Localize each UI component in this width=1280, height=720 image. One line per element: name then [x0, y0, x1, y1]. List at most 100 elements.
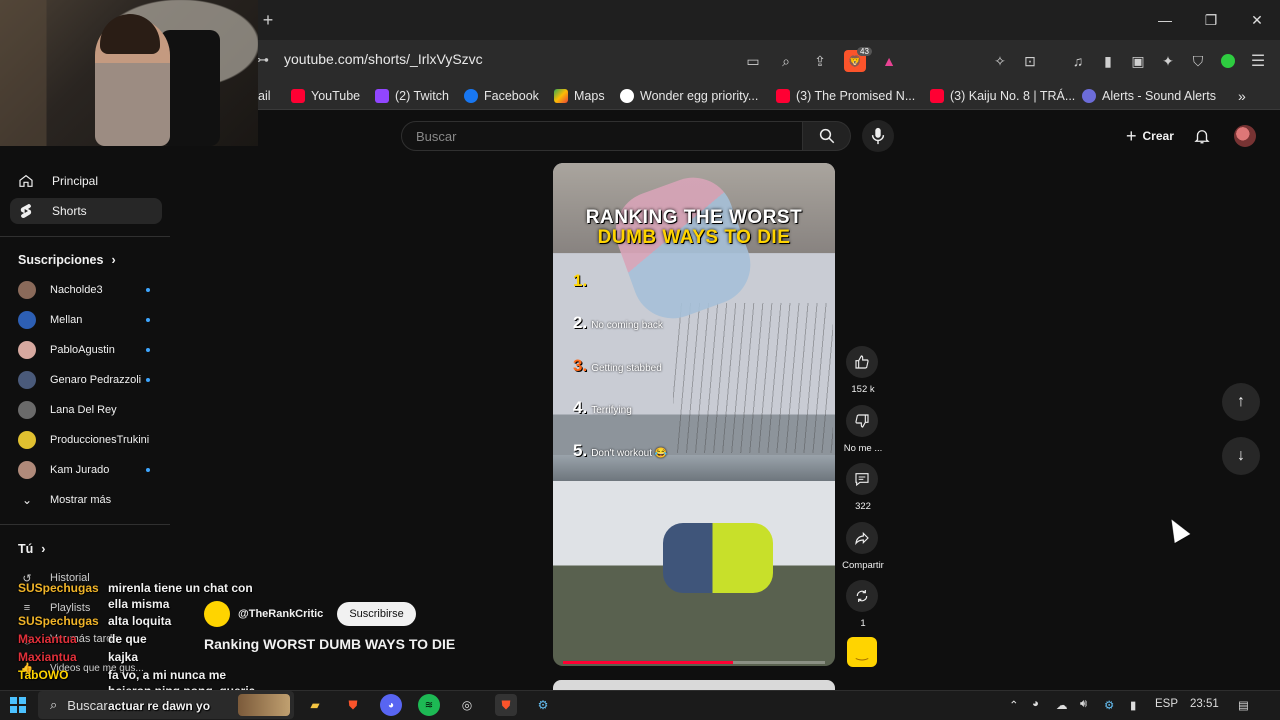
microphone-icon: [871, 127, 885, 145]
bookmark-youtube[interactable]: YouTube: [291, 86, 360, 106]
sidebar-item-principal[interactable]: Principal: [10, 168, 162, 194]
dislike-label: No me ...: [843, 443, 883, 454]
search-input[interactable]: Buscar: [401, 121, 803, 151]
subscriptions-header[interactable]: Suscripciones ›: [18, 253, 116, 267]
chat-message: Maxiantua kajka: [18, 650, 139, 664]
brave-rewards-icon[interactable]: ▲: [878, 50, 900, 72]
zoom-icon[interactable]: ⌕: [775, 50, 797, 72]
restore-button[interactable]: ❐: [1188, 0, 1234, 40]
channel-avatar[interactable]: [204, 601, 230, 627]
avatar: [18, 431, 36, 449]
video-title[interactable]: Ranking WORST DUMB WAYS TO DIE: [204, 636, 455, 652]
chat-message: actuar re dawn yo: [108, 699, 211, 713]
comment-count: 322: [855, 501, 871, 512]
video-progress-fill: [563, 661, 734, 664]
bookmark-promised-neverland[interactable]: (3) The Promised N...: [776, 86, 915, 106]
avatar: [18, 461, 36, 479]
comments-button[interactable]: [846, 463, 878, 495]
video-progress-bar[interactable]: [563, 661, 825, 664]
notifications-button[interactable]: [1190, 124, 1214, 148]
brave-icon[interactable]: ⛊: [342, 694, 364, 716]
voice-search-button[interactable]: [862, 120, 894, 152]
new-content-dot: [146, 318, 150, 322]
onedrive-icon[interactable]: ☁: [1056, 698, 1068, 712]
bookmark-wonder-egg[interactable]: Wonder egg priority...: [620, 86, 758, 106]
chat-message: SUSpechugas alta loquita: [18, 614, 172, 628]
subscription-pabloagustin[interactable]: PabloAgustin: [18, 338, 158, 362]
youtube-icon: [930, 89, 944, 103]
thumbs-up-icon: [855, 355, 869, 369]
subscribe-button[interactable]: Suscribirse: [337, 602, 416, 626]
share-button[interactable]: [846, 522, 878, 554]
next-short-button[interactable]: ↓: [1222, 437, 1260, 475]
url-field[interactable]: youtube.com/shorts/_IrlxVySzvc: [284, 51, 483, 67]
show-hidden-icons[interactable]: ⌃: [1009, 698, 1019, 712]
microphone-tray-icon[interactable]: ▮: [1130, 698, 1136, 712]
extensions-icon[interactable]: ✧: [989, 50, 1011, 72]
language-indicator[interactable]: ESP: [1155, 698, 1178, 710]
close-window-button[interactable]: ✕: [1234, 0, 1280, 40]
discord-tray-icon[interactable]: ◕: [1032, 698, 1039, 710]
next-short-preview[interactable]: [553, 680, 835, 690]
account-avatar[interactable]: [1234, 125, 1256, 147]
volume-icon[interactable]: 🔊︎: [1080, 698, 1087, 711]
comment-icon: [855, 473, 869, 487]
google-icon: [620, 89, 634, 103]
screenshot-icon[interactable]: ⊡: [1019, 50, 1041, 72]
vpn-icon[interactable]: ⛉: [1187, 50, 1209, 72]
subscription-nacholde3[interactable]: Nacholde3: [18, 278, 158, 302]
bookmark-twitch[interactable]: (2) Twitch: [375, 86, 449, 106]
show-more-button[interactable]: ⌄ Mostrar más: [18, 488, 158, 512]
subscription-genaro-pedrazzoli[interactable]: Genaro Pedrazzoli: [18, 368, 158, 392]
channel-thumbnail[interactable]: ‿: [847, 637, 877, 667]
you-header[interactable]: Tú ›: [18, 542, 45, 556]
bookmark-kaiju[interactable]: (3) Kaiju No. 8 | TRÁ...: [930, 86, 1075, 106]
channel-name[interactable]: @TheRankCritic: [238, 608, 323, 620]
subscription-mellan[interactable]: Mellan: [18, 308, 158, 332]
dislike-button[interactable]: [846, 405, 878, 437]
steam-icon[interactable]: ⚙: [532, 694, 554, 716]
subscription-producciones-trukini[interactable]: ProduccionesTrukini: [18, 428, 158, 452]
wallet-icon[interactable]: ▣: [1127, 50, 1149, 72]
bookmark-maps[interactable]: Maps: [554, 86, 605, 106]
share-icon[interactable]: ⇪: [809, 50, 831, 72]
shields-count-badge: 43: [857, 47, 872, 56]
sidebar-item-label: Principal: [52, 174, 99, 188]
more-bookmarks-icon[interactable]: »: [1238, 86, 1246, 106]
bell-icon: [1194, 130, 1210, 144]
remix-button[interactable]: [846, 580, 878, 612]
bookmark-facebook[interactable]: Facebook: [464, 86, 539, 106]
notifications-tray-icon[interactable]: ▤: [1238, 698, 1249, 712]
new-tab-button[interactable]: +: [258, 10, 278, 30]
media-icon[interactable]: ♫: [1067, 50, 1089, 72]
avatar: [18, 341, 36, 359]
subscription-kam-jurado[interactable]: Kam Jurado: [18, 458, 158, 482]
sound-alerts-icon: [1082, 89, 1096, 103]
new-content-dot: [146, 378, 150, 382]
obs-icon[interactable]: ◎: [456, 694, 478, 716]
profile-icon[interactable]: [1217, 50, 1239, 72]
bookmark-gmail[interactable]: ail: [258, 86, 271, 106]
clock[interactable]: 23:51: [1190, 698, 1219, 710]
brave-active-icon[interactable]: ⛊: [495, 694, 517, 716]
spotify-icon[interactable]: ≋: [418, 694, 440, 716]
like-button[interactable]: [846, 346, 878, 378]
menu-icon[interactable]: ☰: [1247, 50, 1269, 72]
minimize-button[interactable]: —: [1142, 0, 1188, 40]
cast-icon[interactable]: ▭: [742, 50, 764, 72]
sidebar-item-label: Shorts: [52, 204, 87, 218]
files-icon[interactable]: ▰: [304, 694, 326, 716]
search-button[interactable]: [803, 121, 851, 151]
subscription-lana-del-rey[interactable]: Lana Del Rey: [18, 398, 158, 422]
steam-tray-icon[interactable]: ⚙: [1104, 698, 1114, 712]
create-button[interactable]: + Crear: [1118, 121, 1182, 151]
previous-short-button[interactable]: ↑: [1222, 383, 1260, 421]
sidebar-item-shorts[interactable]: Shorts: [10, 198, 162, 224]
sidebar-toggle-icon[interactable]: ▮: [1097, 50, 1119, 72]
discord-icon[interactable]: ◕: [380, 694, 402, 716]
arrow-down-icon: ↓: [1237, 447, 1245, 464]
short-video-player[interactable]: RANKING THE WORST DUMB WAYS TO DIE 1. 2.…: [553, 163, 835, 666]
leo-ai-icon[interactable]: ✦: [1157, 50, 1179, 72]
sidebar-divider: [0, 524, 170, 525]
bookmark-sound-alerts[interactable]: Alerts - Sound Alerts: [1082, 86, 1216, 106]
